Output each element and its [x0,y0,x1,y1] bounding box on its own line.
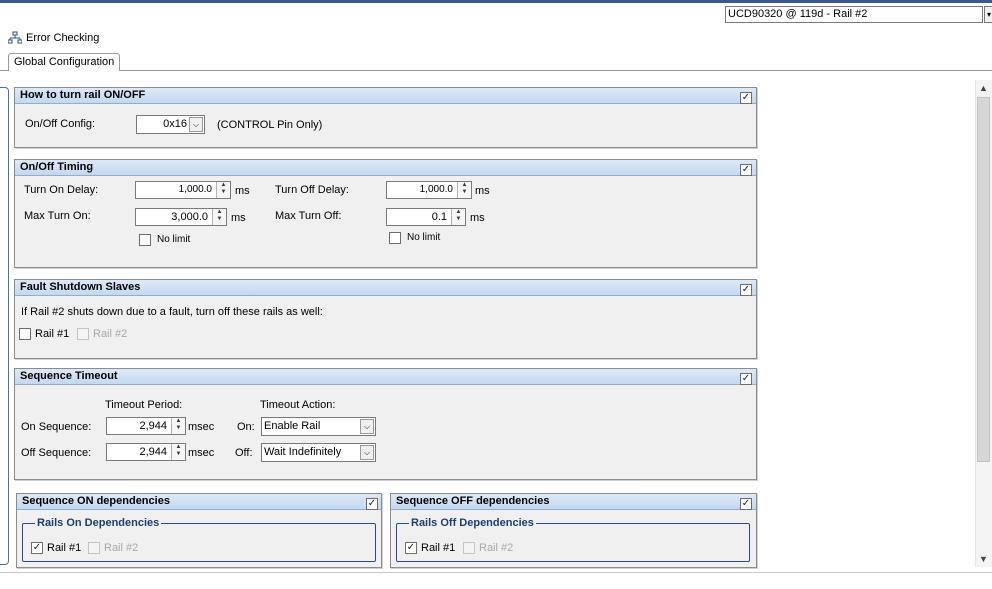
off-sequence-timeout-value: 2,944 [139,446,167,458]
onoff-config-value: 0x16 [163,118,187,130]
timeout-panel-enable-checkbox[interactable]: ✓ [740,373,752,385]
seq-on-rail1-label: Rail #1 [47,542,82,554]
timing-panel: On/Off Timing ✓ Turn On Delay: 1,000.0 ▲… [14,159,757,268]
chevron-down-icon[interactable]: ⌵ [189,117,203,132]
spinner-arrows-icon[interactable]: ▲ ▼ [171,444,185,460]
turn-on-delay-unit: ms [235,185,250,197]
left-collapsed-panel[interactable] [0,87,9,565]
spinner-arrows-icon[interactable]: ▲ ▼ [212,209,226,225]
onoff-config-label: On/Off Config: [25,118,96,130]
seq-off-panel: Sequence OFF dependencies ✓ Rails Off De… [390,493,757,568]
onoff-panel-title: How to turn rail ON/OFF [15,88,756,104]
max-turn-on-value: 3,000.0 [171,211,208,223]
toolbar [0,27,992,49]
fault-rail1-label: Rail #1 [35,328,70,340]
onoff-config-select[interactable]: 0x16 ⌵ [136,115,205,134]
seq-off-rail1-checkbox[interactable]: ✓ [405,542,417,554]
network-tree-icon [8,31,22,44]
max-turn-on-no-limit-checkbox[interactable] [139,234,151,246]
rails-off-dependencies-group: Rails Off Dependencies ✓ Rail #1 Rail #2 [396,517,750,562]
onoff-panel-enable-checkbox[interactable]: ✓ [740,92,752,104]
spinner-arrows-icon[interactable]: ▲ ▼ [216,182,230,198]
off-action-label: Off: [235,447,253,459]
onoff-panel: How to turn rail ON/OFF ✓ On/Off Config:… [14,87,757,148]
fault-rail1-checkbox[interactable] [19,328,31,340]
max-turn-off-unit: ms [470,212,485,224]
spinner-arrows-icon[interactable]: ▲ ▼ [451,209,465,225]
scrollbar-thumb[interactable] [977,97,990,462]
turn-off-delay-value: 1,000.0 [419,184,453,195]
fault-description: If Rail #2 shuts down due to a fault, tu… [21,306,323,318]
fault-panel-enable-checkbox[interactable]: ✓ [740,284,752,296]
chevron-down-icon[interactable]: ⌵ [360,419,374,434]
max-turn-on-label: Max Turn On: [24,210,91,222]
on-sequence-label: On Sequence: [21,421,92,433]
timeout-period-header: Timeout Period: [105,399,183,411]
max-turn-off-value: 0.1 [431,211,447,223]
seq-on-rail2-label: Rail #2 [104,542,139,554]
turn-on-delay-input[interactable]: 1,000.0 ▲ ▼ [135,181,231,199]
spinner-arrows-icon[interactable]: ▲ ▼ [171,418,185,434]
seq-on-panel-title: Sequence ON dependencies [17,494,381,510]
timeout-action-header: Timeout Action: [260,399,336,411]
onoff-config-description: (CONTROL Pin Only) [217,119,323,131]
off-action-select[interactable]: Wait Indefinitely ⌵ [261,443,376,462]
turn-on-delay-value: 1,000.0 [178,184,212,195]
off-sequence-unit: msec [188,447,215,459]
seq-on-rail2-checkbox [88,542,100,554]
on-sequence-timeout-input[interactable]: 2,944 ▲ ▼ [106,417,186,435]
max-turn-off-no-limit-checkbox[interactable] [389,232,401,244]
timing-panel-enable-checkbox[interactable]: ✓ [740,164,752,176]
scroll-up-icon[interactable]: ▲ [975,80,992,96]
on-action-select[interactable]: Enable Rail ⌵ [261,417,376,436]
tab-global-configuration[interactable]: Global Configuration [8,53,121,71]
fault-rail2-label: Rail #2 [93,328,128,340]
off-action-value: Wait Indefinitely [264,446,342,458]
turn-off-delay-label: Turn Off Delay: [275,184,349,196]
seq-off-panel-enable-checkbox[interactable]: ✓ [740,498,752,510]
seq-on-panel: Sequence ON dependencies ✓ Rails On Depe… [16,493,382,568]
max-turn-off-label: Max Turn Off: [275,210,342,222]
chevron-down-icon[interactable]: ▾ [984,6,992,23]
off-sequence-timeout-input[interactable]: 2,944 ▲ ▼ [106,443,186,461]
device-rail-selector[interactable]: UCD90320 @ 119d - Rail #2 [725,6,983,23]
on-sequence-unit: msec [188,421,215,433]
fault-rail2-checkbox [77,328,89,340]
max-turn-on-no-limit-label: No limit [157,234,191,245]
on-action-value: Enable Rail [264,420,321,432]
seq-off-rail1-label: Rail #1 [421,542,456,554]
chevron-down-icon[interactable]: ⌵ [360,445,374,460]
rails-on-dependencies-group: Rails On Dependencies ✓ Rail #1 Rail #2 [22,517,376,562]
max-turn-off-input[interactable]: 0.1 ▲ ▼ [386,208,466,226]
spinner-arrows-icon[interactable]: ▲ ▼ [457,182,471,198]
status-bar [0,572,992,589]
error-checking-button[interactable]: Error Checking [8,29,99,47]
turn-off-delay-input[interactable]: 1,000.0 ▲ ▼ [386,181,472,199]
max-turn-on-input[interactable]: 3,000.0 ▲ ▼ [135,208,227,226]
timing-panel-title: On/Off Timing [15,160,756,176]
max-turn-off-no-limit-label: No limit [407,232,441,243]
off-sequence-label: Off Sequence: [21,447,92,459]
scroll-down-icon[interactable]: ▼ [975,551,992,567]
window-top-border [0,0,992,3]
error-checking-label: Error Checking [26,32,100,44]
fault-panel: Fault Shutdown Slaves ✓ If Rail #2 shuts… [14,279,757,359]
turn-on-delay-label: Turn On Delay: [24,184,99,196]
seq-off-rail2-label: Rail #2 [479,542,514,554]
seq-on-panel-enable-checkbox[interactable]: ✓ [366,498,378,510]
on-sequence-timeout-value: 2,944 [139,420,167,432]
timeout-panel-title: Sequence Timeout [15,369,756,385]
seq-off-panel-title: Sequence OFF dependencies [391,494,756,510]
rails-on-dependencies-title: Rails On Dependencies [35,517,162,529]
max-turn-on-unit: ms [231,212,246,224]
seq-on-rail1-checkbox[interactable]: ✓ [31,542,43,554]
rails-off-dependencies-title: Rails Off Dependencies [409,517,536,529]
fault-panel-title: Fault Shutdown Slaves [15,280,756,296]
seq-off-rail2-checkbox [463,542,475,554]
turn-off-delay-unit: ms [475,185,490,197]
on-action-label: On: [237,421,255,433]
timeout-panel: Sequence Timeout ✓ Timeout Period: Timeo… [14,368,757,480]
